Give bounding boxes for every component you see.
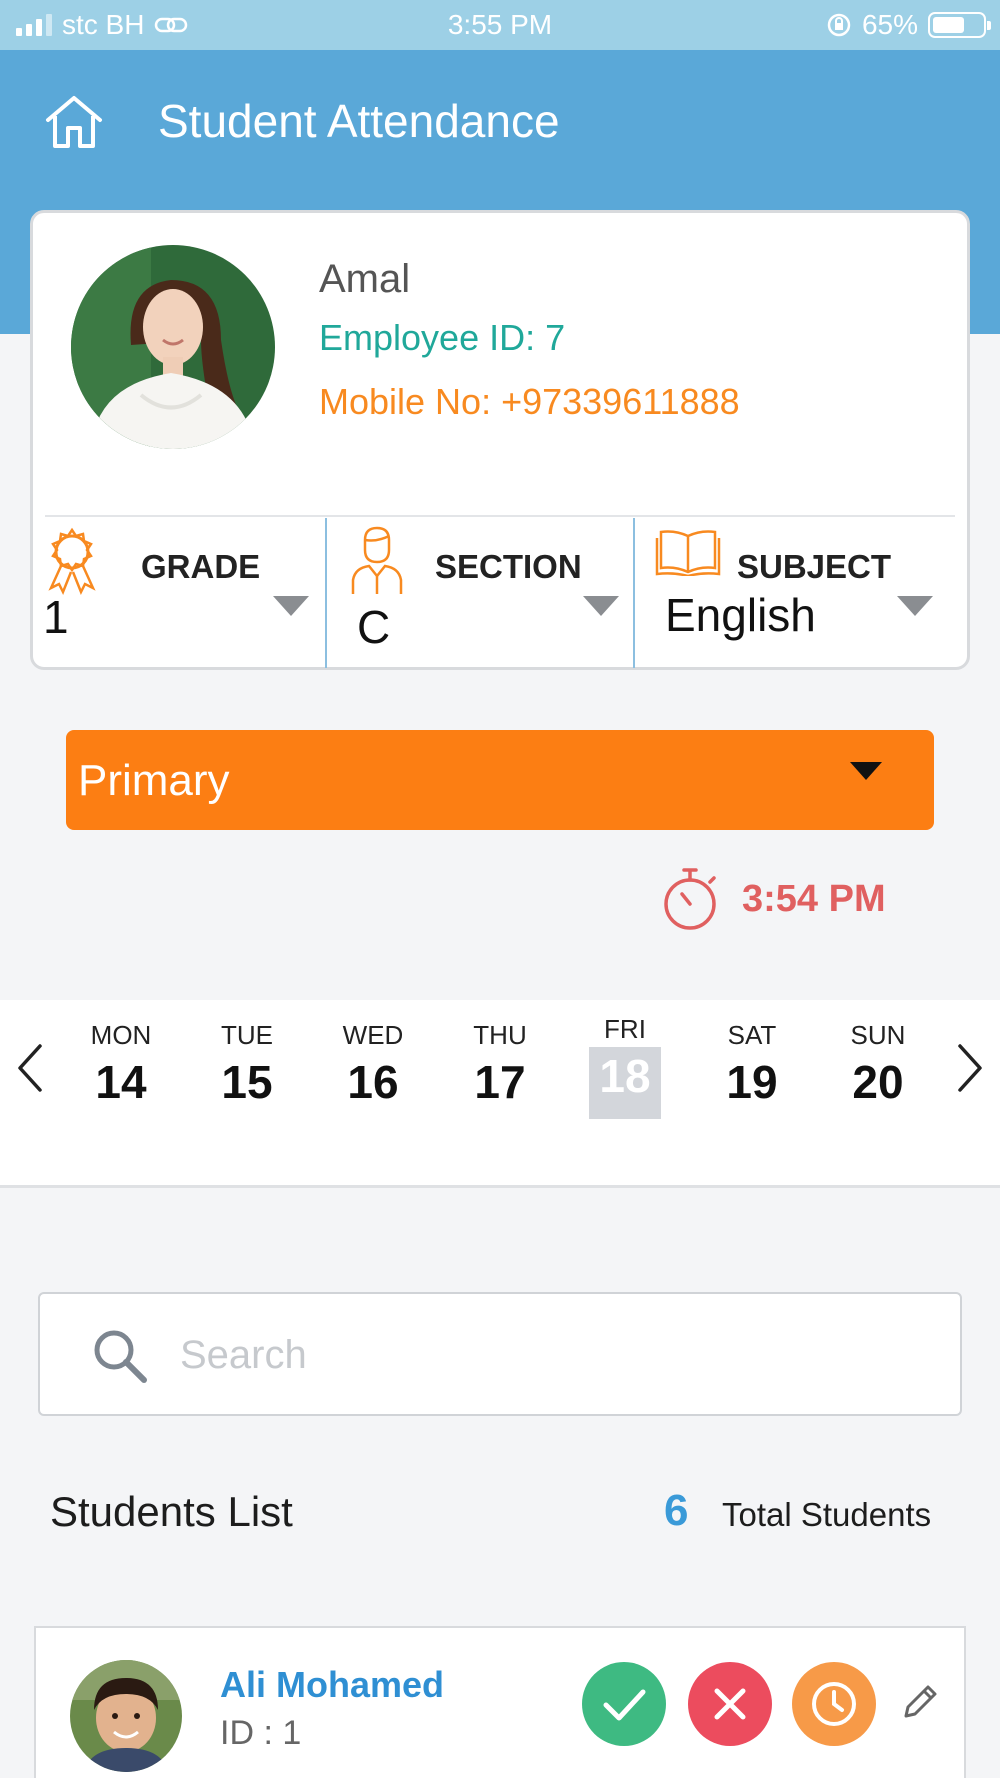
subject-selector[interactable]: SUBJECT English <box>633 518 967 668</box>
total-students-count: 6 <box>664 1486 689 1535</box>
day-mon[interactable]: MON 14 <box>71 1020 171 1109</box>
day-name: MON <box>90 1020 152 1050</box>
school-level-value: Primary <box>78 756 230 805</box>
home-icon[interactable] <box>42 90 106 154</box>
day-thu[interactable]: THU 17 <box>450 1020 550 1109</box>
chevron-down-icon <box>273 596 309 616</box>
day-number: 20 <box>852 1056 904 1108</box>
section-label: SECTION <box>435 548 582 585</box>
employee-id: Employee ID: 7 <box>319 317 566 358</box>
rotation-lock-icon <box>827 13 851 37</box>
school-level-dropdown[interactable]: Primary <box>66 730 934 830</box>
award-ribbon-icon <box>48 527 96 596</box>
day-sun[interactable]: SUN 20 <box>828 1020 928 1109</box>
section-value: C <box>357 601 391 653</box>
battery-fill <box>933 17 965 33</box>
check-icon <box>603 1689 646 1721</box>
subject-value: English <box>665 589 816 641</box>
chevron-down-icon <box>897 596 933 616</box>
search-icon <box>94 1330 147 1383</box>
day-name: THU <box>473 1020 527 1050</box>
teacher-profile-card: Amal Employee ID: 7 Mobile No: +97339611… <box>30 210 970 670</box>
chevron-left-icon[interactable] <box>10 1038 50 1098</box>
mark-present-button[interactable] <box>582 1662 666 1746</box>
grade-label: GRADE <box>141 548 261 585</box>
day-number: 15 <box>221 1056 273 1108</box>
student-id: ID : 1 <box>220 1714 302 1752</box>
page-title: Student Attendance <box>158 95 560 147</box>
day-name: TUE <box>221 1020 273 1050</box>
section-selector[interactable]: SECTION C <box>325 518 633 668</box>
day-name: FRI <box>604 1014 646 1044</box>
day-name: SUN <box>850 1020 906 1050</box>
stopwatch-icon <box>664 868 716 930</box>
battery-icon <box>928 12 991 38</box>
status-right: 65% <box>826 9 991 41</box>
book-icon <box>655 530 721 576</box>
student-search-box[interactable] <box>38 1292 962 1416</box>
students-list-title: Students List <box>50 1488 293 1535</box>
caret-down-icon <box>850 762 882 780</box>
grade-selector[interactable]: GRADE 1 <box>33 518 325 668</box>
mobile-number[interactable]: Mobile No: +97339611888 <box>319 381 740 423</box>
day-name: SAT <box>727 1020 777 1050</box>
mark-absent-button[interactable] <box>688 1662 772 1746</box>
chevron-right-icon[interactable] <box>950 1038 990 1098</box>
card-divider <box>45 515 955 517</box>
pencil-edit-icon[interactable] <box>898 1680 942 1724</box>
day-number: 19 <box>726 1056 778 1108</box>
day-number: 16 <box>347 1056 399 1108</box>
current-time-row: 3:54 PM <box>660 866 886 932</box>
teacher-name: Amal <box>319 257 411 301</box>
clock-icon <box>812 1682 856 1726</box>
total-students-label: Total Students <box>722 1496 932 1533</box>
day-sat[interactable]: SAT 19 <box>702 1020 802 1109</box>
current-time: 3:54 PM <box>742 877 886 920</box>
status-bar: stc BH 3:55 PM 65% <box>0 0 1000 50</box>
day-tue[interactable]: TUE 15 <box>197 1020 297 1109</box>
battery-percent: 65% <box>861 9 918 40</box>
chevron-down-icon <box>583 596 619 616</box>
mark-late-button[interactable] <box>792 1662 876 1746</box>
day-number: 14 <box>95 1056 147 1108</box>
week-calendar: MON 14 TUE 15 WED 16 THU 17 FRI 18 SAT 1… <box>0 1000 1000 1188</box>
student-name[interactable]: Ali Mohamed <box>220 1664 444 1706</box>
grade-value: 1 <box>43 591 69 643</box>
day-wed[interactable]: WED 16 <box>323 1020 423 1109</box>
student-row[interactable]: Ali Mohamed ID : 1 <box>34 1626 966 1778</box>
day-name: WED <box>342 1020 404 1050</box>
subject-label: SUBJECT <box>737 548 892 585</box>
day-number: 18 <box>589 1047 661 1119</box>
search-input[interactable] <box>180 1322 880 1388</box>
student-avatar <box>70 1660 182 1772</box>
day-fri-selected[interactable]: FRI 18 <box>575 1014 675 1119</box>
teacher-avatar <box>71 245 275 449</box>
close-icon <box>714 1688 746 1720</box>
day-number: 17 <box>474 1056 526 1108</box>
teacher-person-icon <box>351 526 403 594</box>
